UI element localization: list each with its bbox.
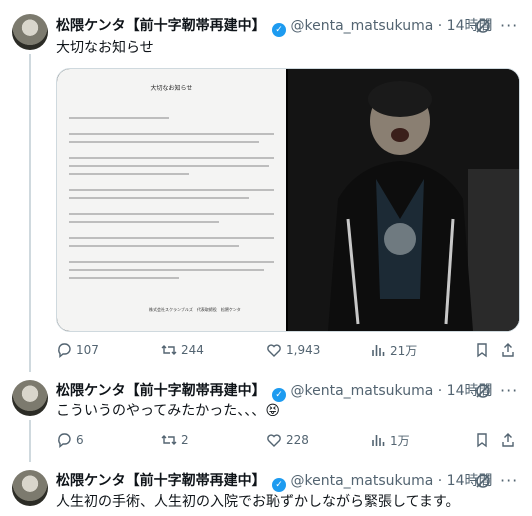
document-text-line xyxy=(69,269,264,271)
heart-icon xyxy=(267,344,281,357)
document-text-line xyxy=(69,133,274,135)
share-icon xyxy=(502,343,514,357)
like-button[interactable]: 1,943 xyxy=(266,340,320,360)
bookmark-icon xyxy=(477,433,487,448)
avatar[interactable] xyxy=(12,380,48,416)
tweet-3[interactable]: 松隈ケンタ【前十字靭帯再建中】 ✓ @kenta_matsukuma · 14時… xyxy=(0,462,532,516)
document-text-line xyxy=(69,117,169,119)
retweet-icon xyxy=(161,345,177,355)
tweet-actions: 107 244 1,943 21万 xyxy=(56,340,518,360)
reply-button[interactable]: 107 xyxy=(56,340,99,360)
tweet-actions: 6 2 228 1万 xyxy=(56,430,518,450)
views-icon xyxy=(372,435,385,446)
views-button[interactable]: 1万 xyxy=(370,430,410,450)
avatar[interactable] xyxy=(12,14,48,50)
media-document-image[interactable]: 大切なお知らせ 株式会社スクランブルズ 代表取締役 松隈ケンタ xyxy=(57,69,286,331)
like-count: 1,943 xyxy=(286,343,321,357)
tweet-header: 松隈ケンタ【前十字靭帯再建中】 ✓ @kenta_matsukuma · 14時… xyxy=(56,17,493,37)
views-count: 21万 xyxy=(390,343,418,358)
author-handle[interactable]: @kenta_matsukuma xyxy=(291,383,434,399)
tweet-header: 松隈ケンタ【前十字靭帯再建中】 ✓ @kenta_matsukuma · 14時… xyxy=(56,472,493,492)
document-text-line xyxy=(69,213,274,215)
bookmark-icon xyxy=(477,343,487,358)
tweet-header: 松隈ケンタ【前十字靭帯再建中】 ✓ @kenta_matsukuma · 14時… xyxy=(56,382,493,402)
tongue-emoji: 😝 xyxy=(265,403,280,419)
tweet-text-body: こういうのやってみたかった、、、 xyxy=(56,403,266,419)
author-handle[interactable]: @kenta_matsukuma xyxy=(291,18,434,34)
author-handle[interactable]: @kenta_matsukuma xyxy=(291,473,434,489)
document-text-line xyxy=(69,189,274,191)
dot-separator: · xyxy=(437,18,443,34)
views-icon xyxy=(372,345,385,356)
document-text-line xyxy=(69,197,249,199)
more-icon[interactable]: ··· xyxy=(500,18,518,34)
dot-separator: · xyxy=(437,473,443,489)
share-button[interactable] xyxy=(500,340,516,360)
document-title: 大切なお知らせ xyxy=(150,85,193,92)
reply-count: 107 xyxy=(76,343,99,357)
like-button[interactable]: 228 xyxy=(266,430,309,450)
document-text-line xyxy=(69,141,259,143)
document-text-line xyxy=(69,277,179,279)
bookmark-button[interactable] xyxy=(474,340,490,360)
retweet-count: 2 xyxy=(181,433,189,447)
retweet-icon xyxy=(161,435,177,445)
grok-icon[interactable] xyxy=(474,382,492,400)
views-count: 1万 xyxy=(390,433,410,448)
thread-line xyxy=(29,420,31,462)
retweet-count: 244 xyxy=(181,343,204,357)
tweet-1[interactable]: 松隈ケンタ【前十字靭帯再建中】 ✓ @kenta_matsukuma · 14時… xyxy=(0,0,532,372)
dot-separator: · xyxy=(437,383,443,399)
document-text-line xyxy=(69,157,274,159)
views-button[interactable]: 21万 xyxy=(370,340,417,360)
author-name[interactable]: 松隈ケンタ【前十字靭帯再建中】 xyxy=(56,18,266,34)
thread-line xyxy=(29,54,31,372)
bookmark-button[interactable] xyxy=(474,430,490,450)
reply-button[interactable]: 6 xyxy=(56,430,84,450)
author-name[interactable]: 松隈ケンタ【前十字靭帯再建中】 xyxy=(56,383,266,399)
tweet-media[interactable]: 大切なお知らせ 株式会社スクランブルズ 代表取締役 松隈ケンタ xyxy=(56,68,520,332)
reply-icon xyxy=(58,433,71,448)
tweet-2[interactable]: 松隈ケンタ【前十字靭帯再建中】 ✓ @kenta_matsukuma · 14時… xyxy=(0,372,532,462)
verified-badge-icon: ✓ xyxy=(272,478,287,492)
retweet-button[interactable]: 244 xyxy=(161,340,204,360)
share-button[interactable] xyxy=(500,430,516,450)
document-text-line xyxy=(69,245,239,247)
document-signature: 株式会社スクランブルズ 代表取締役 松隈ケンタ xyxy=(149,307,241,312)
document-text-line xyxy=(69,237,274,239)
grok-icon[interactable] xyxy=(474,472,492,490)
media-photo[interactable] xyxy=(288,69,519,331)
heart-icon xyxy=(267,434,281,447)
avatar[interactable] xyxy=(12,470,48,506)
tweet-text: 大切なお知らせ xyxy=(56,40,154,56)
like-count: 228 xyxy=(286,433,309,447)
tweet-text: こういうのやってみたかった、、、😝 xyxy=(56,402,280,420)
verified-badge-icon: ✓ xyxy=(272,23,287,37)
document-text-line xyxy=(69,221,219,223)
share-icon xyxy=(502,433,514,447)
document-text-line xyxy=(69,261,274,263)
reply-count: 6 xyxy=(76,433,84,447)
reply-icon xyxy=(58,343,71,358)
retweet-button[interactable]: 2 xyxy=(161,430,189,450)
verified-badge-icon: ✓ xyxy=(272,388,287,402)
more-icon[interactable]: ··· xyxy=(500,473,518,489)
tweet-text: 人生初の手術、人生初の入院でお恥ずかしながら緊張してます。 xyxy=(56,494,460,510)
grok-icon[interactable] xyxy=(474,17,492,35)
document-text-line xyxy=(69,173,189,175)
more-icon[interactable]: ··· xyxy=(500,383,518,399)
author-name[interactable]: 松隈ケンタ【前十字靭帯再建中】 xyxy=(56,473,266,489)
document-text-line xyxy=(69,165,269,167)
